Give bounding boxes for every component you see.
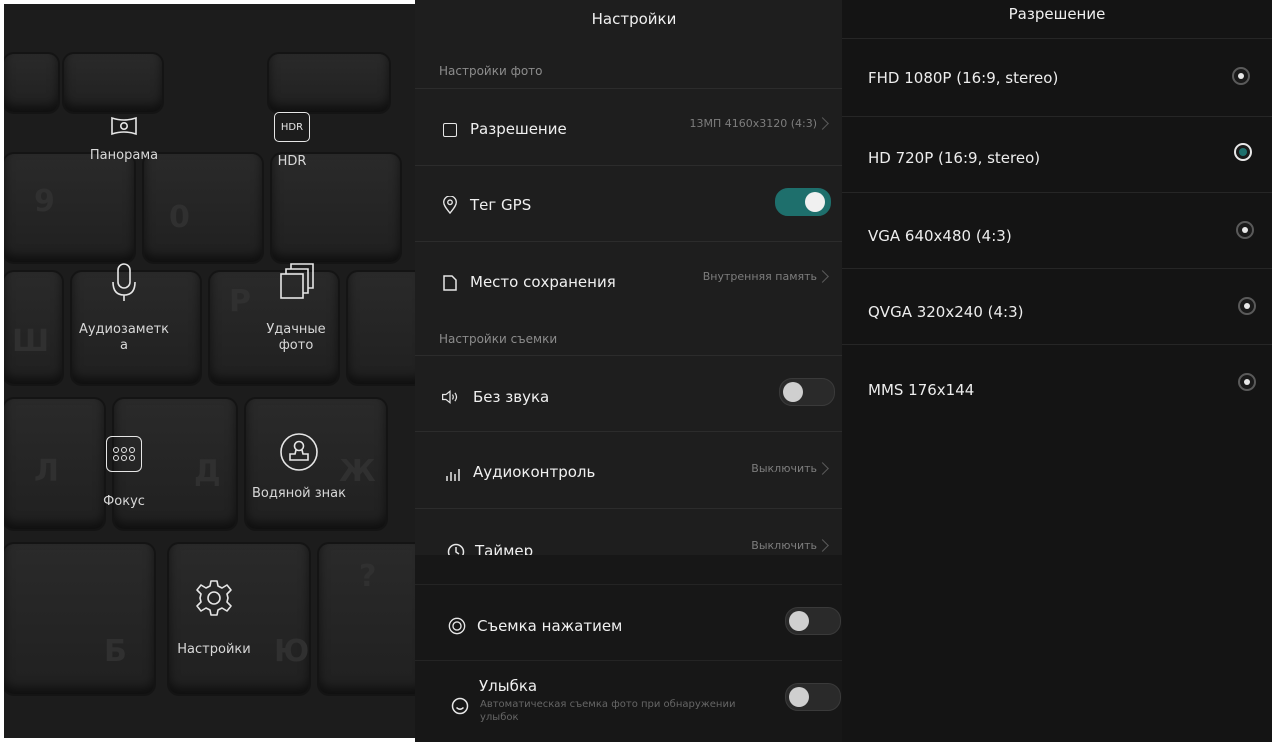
hdr-icon: HDR [274, 112, 310, 142]
smile-toggle[interactable] [785, 683, 841, 711]
toggle-knob [805, 192, 825, 212]
mode-label: Водяной знак [252, 486, 346, 501]
mode-settings[interactable]: Настройки [144, 578, 284, 658]
setting-label: Съемка нажатием [477, 617, 623, 635]
toggle-knob [789, 687, 809, 707]
radio-button-selected[interactable] [1234, 143, 1252, 161]
setting-mute[interactable]: Без звука [415, 355, 853, 432]
smile-icon [451, 697, 469, 715]
resolution-panel: Разрешение FHD 1080P (16:9, stereo) HD 7… [842, 0, 1272, 742]
mode-best-photos[interactable]: Удачные фото [226, 262, 366, 354]
setting-label: Разрешение [470, 120, 567, 138]
mode-audio-note[interactable]: Аудиозаметк а [54, 262, 194, 354]
radio-button[interactable] [1238, 373, 1256, 391]
chevron-right-icon [816, 462, 829, 475]
touch-capture-toggle[interactable] [785, 607, 841, 635]
resolution-option-vga[interactable]: VGA 640x480 (4:3) [842, 192, 1272, 269]
checkbox-icon [443, 123, 457, 137]
setting-gps-tag[interactable]: Тег GPS [415, 165, 853, 242]
mode-label: Удачные фото [266, 322, 326, 353]
settings-panel: Настройки Настройки фото Разрешение 13МП… [415, 0, 853, 742]
toggle-knob [783, 382, 803, 402]
mode-label: HDR [277, 154, 307, 169]
mode-label: Настройки [177, 642, 251, 657]
resolution-option-hd[interactable]: HD 720P (16:9, stereo) [842, 116, 1272, 193]
gps-toggle[interactable] [775, 188, 831, 216]
mode-focus[interactable]: Фокус [54, 436, 194, 510]
smile-description: Автоматическая съемка фото при обнаружен… [480, 699, 736, 723]
resolution-option-qvga[interactable]: QVGA 320x240 (4:3) [842, 268, 1272, 345]
equalizer-icon [446, 469, 460, 481]
mode-label: Фокус [103, 494, 145, 509]
chevron-right-icon [816, 539, 829, 552]
location-pin-icon [443, 196, 457, 214]
camera-modes-panel: 9 0 P Ш Л Д Ж Б Ю ? Панорама HDR HDR Ауд… [4, 4, 424, 738]
gear-icon [196, 580, 232, 616]
radio-button[interactable] [1238, 297, 1256, 315]
section-shooting-settings: Настройки съемки [439, 332, 558, 346]
panorama-icon [111, 116, 137, 136]
resolution-option-fhd[interactable]: FHD 1080P (16:9, stereo) [842, 38, 1272, 115]
resolution-title: Разрешение [1008, 5, 1106, 23]
radio-button[interactable] [1236, 221, 1254, 239]
setting-value: Выключить [751, 539, 817, 552]
file-icon [443, 275, 457, 291]
setting-label: Тег GPS [470, 196, 532, 214]
resolution-option-label: QVGA 320x240 (4:3) [868, 303, 1024, 321]
mute-toggle[interactable] [779, 378, 835, 406]
toggle-knob [789, 611, 809, 631]
stamp-icon [280, 433, 318, 471]
setting-value: Внутренняя память [702, 270, 817, 283]
resolution-option-label: HD 720P (16:9, stereo) [868, 149, 1041, 167]
resolution-option-label: MMS 176x144 [868, 381, 975, 399]
microphone-icon [112, 263, 136, 301]
screenshot-collage: 9 0 P Ш Л Д Ж Б Ю ? Панорама HDR HDR Ауд… [0, 0, 1272, 742]
mode-label: Панорама [89, 148, 159, 163]
shutter-icon [448, 617, 466, 635]
setting-label: Улыбка [479, 677, 538, 695]
chevron-right-icon [816, 117, 829, 130]
setting-audio-control[interactable]: Аудиоконтроль Выключить [415, 431, 853, 508]
focus-grid-icon [106, 436, 142, 472]
section-photo-settings: Настройки фото [439, 64, 543, 78]
setting-touch-capture[interactable]: Съемка нажатием [415, 584, 853, 661]
speaker-icon [442, 389, 458, 405]
setting-label: Без звука [473, 388, 550, 406]
resolution-option-label: VGA 640x480 (4:3) [868, 227, 1012, 245]
mode-watermark[interactable]: Водяной знак [229, 432, 369, 502]
resolution-option-label: FHD 1080P (16:9, stereo) [868, 69, 1059, 87]
setting-label: Место сохранения [470, 273, 616, 291]
setting-value: 13МП 4160x3120 (4:3) [689, 117, 817, 130]
setting-value: Выключить [751, 462, 817, 475]
hdr-icon-text: HDR [280, 121, 304, 133]
chevron-right-icon [816, 270, 829, 283]
setting-label: Аудиоконтроль [473, 463, 596, 481]
mode-label: Аудиозаметк а [78, 322, 170, 353]
radio-button[interactable] [1232, 67, 1250, 85]
resolution-option-mms[interactable]: MMS 176x144 [842, 344, 1272, 421]
mode-panorama[interactable]: Панорама [54, 114, 194, 164]
stacked-photos-icon [280, 263, 314, 299]
settings-title: Настройки [591, 10, 677, 28]
setting-resolution[interactable]: Разрешение 13МП 4160x3120 (4:3) [415, 88, 853, 165]
mode-hdr[interactable]: HDR HDR [222, 112, 362, 170]
setting-storage-location[interactable]: Место сохранения Внутренняя память [415, 241, 853, 318]
